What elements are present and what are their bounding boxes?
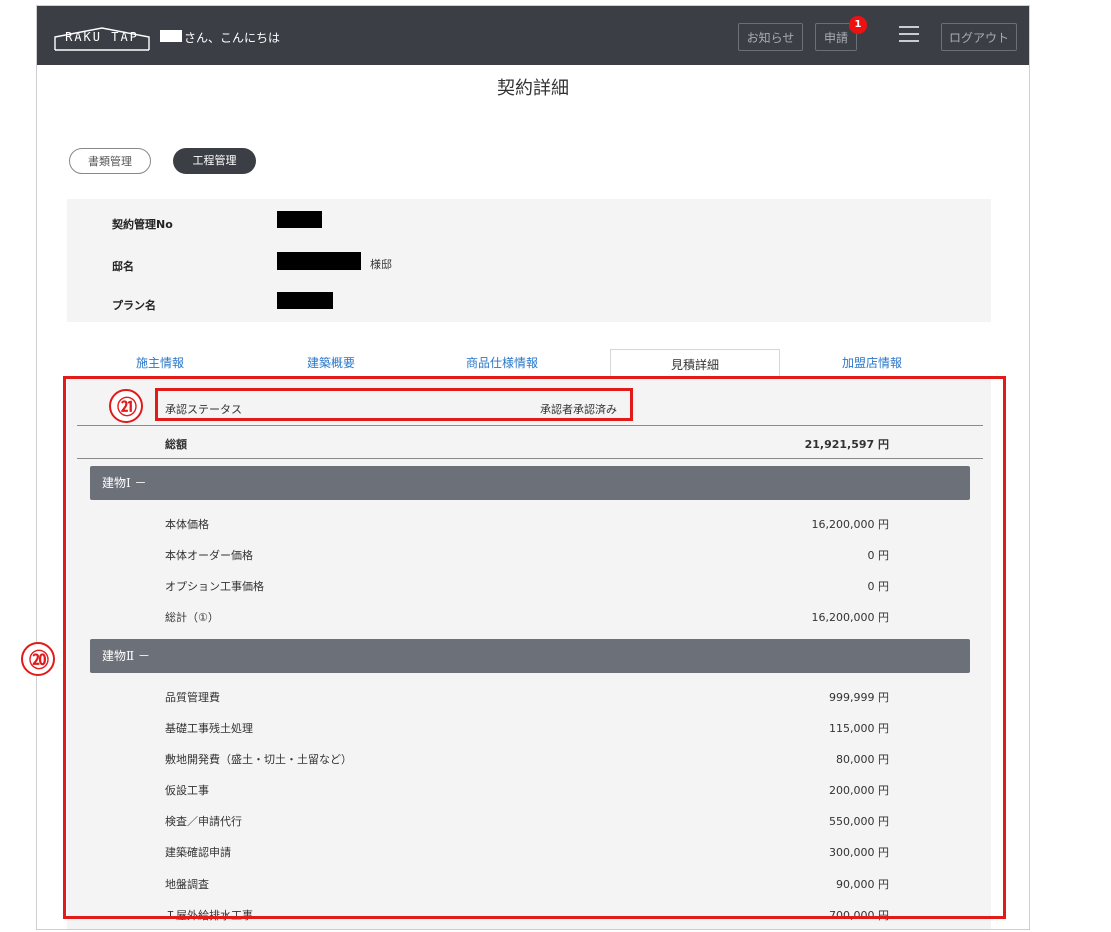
tab-product-spec[interactable]: 商品仕様情報 (417, 348, 587, 378)
greeting-text: さん、こんにちは (184, 31, 281, 45)
contract-no-label: 契約管理No (112, 218, 173, 231)
plan-name-label: プラン名 (112, 299, 156, 312)
documents-management-button[interactable]: 書類管理 (69, 148, 151, 174)
contract-info-panel (67, 199, 991, 322)
annotation-number-21: ㉑ (109, 389, 143, 423)
residence-name-label: 邸名 (112, 260, 134, 273)
tab-owner-info[interactable]: 施主情報 (75, 348, 245, 378)
notice-button[interactable]: お知らせ (738, 23, 803, 51)
residence-name-redacted (277, 252, 361, 270)
menu-hamburger-icon[interactable] (899, 26, 919, 44)
top-navigation-bar: RAKU TAP さん、こんにちは お知らせ 申請 1 ログアウト (37, 6, 1029, 65)
tab-building-overview[interactable]: 建築概要 (246, 348, 416, 378)
process-management-button[interactable]: 工程管理 (173, 148, 256, 174)
annotation-box-20 (63, 376, 1006, 919)
plan-name-redacted (277, 292, 333, 309)
page-title: 契約詳細 (497, 78, 569, 99)
logo-text: RAKU TAP (65, 30, 139, 44)
tab-franchise-info[interactable]: 加盟店情報 (787, 348, 957, 378)
residence-suffix: 様邸 (370, 258, 392, 271)
tab-estimate-details[interactable]: 見積詳細 (610, 349, 780, 379)
contract-no-redacted (277, 211, 322, 228)
logout-button[interactable]: ログアウト (941, 23, 1017, 51)
annotation-box-21 (155, 388, 633, 421)
application-badge: 1 (849, 16, 867, 34)
user-name-redacted (160, 30, 182, 42)
annotation-number-20: ⑳ (21, 642, 55, 676)
